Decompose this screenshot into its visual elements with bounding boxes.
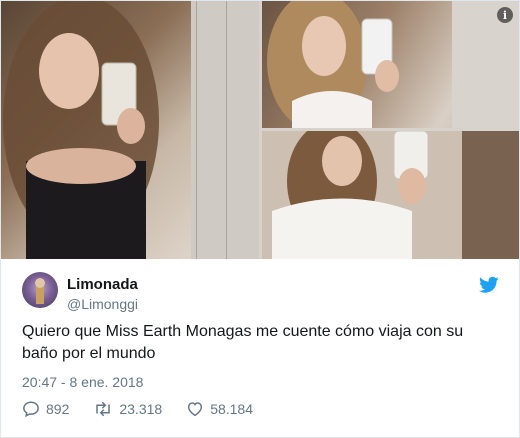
photo-3-illustration (262, 131, 519, 259)
info-icon[interactable]: i (497, 7, 513, 23)
like-button[interactable]: 58.184 (186, 400, 253, 418)
author-name[interactable]: Limonada (67, 276, 138, 293)
avatar-illustration (35, 278, 45, 304)
like-count: 58.184 (210, 401, 254, 417)
reply-icon (23, 401, 39, 418)
media-photo-1[interactable] (1, 1, 259, 259)
photo-1-illustration (3, 1, 259, 259)
avatar[interactable] (22, 272, 58, 308)
like-icon (188, 402, 203, 417)
author-handle[interactable]: @Limonggi (67, 296, 138, 312)
reply-button[interactable]: 892 (22, 400, 69, 418)
tweet-text: Quiero que Miss Earth Monagas me cuente … (22, 323, 464, 362)
twitter-bird-icon[interactable] (479, 276, 499, 294)
retweet-button[interactable]: 23.318 (93, 400, 162, 418)
tweet-card: i Limonada @Limonggi Quiero que Miss Ear… (0, 0, 520, 438)
media-photo-2[interactable] (262, 1, 519, 128)
tweet-timestamp[interactable]: 20:47 - 8 ene. 2018 (22, 374, 143, 390)
retweet-count: 23.318 (119, 401, 163, 417)
tweet-actions: 892 23.318 58.184 (22, 400, 277, 418)
photo-2-illustration (267, 1, 519, 128)
media-photo-3[interactable] (262, 131, 519, 259)
tweet-body: Limonada @Limonggi Quiero que Miss Earth… (1, 259, 519, 418)
media-grid: i (1, 1, 519, 259)
tweet-header: Limonada @Limonggi (1, 259, 519, 329)
reply-count: 892 (46, 401, 70, 417)
retweet-icon (96, 401, 111, 417)
